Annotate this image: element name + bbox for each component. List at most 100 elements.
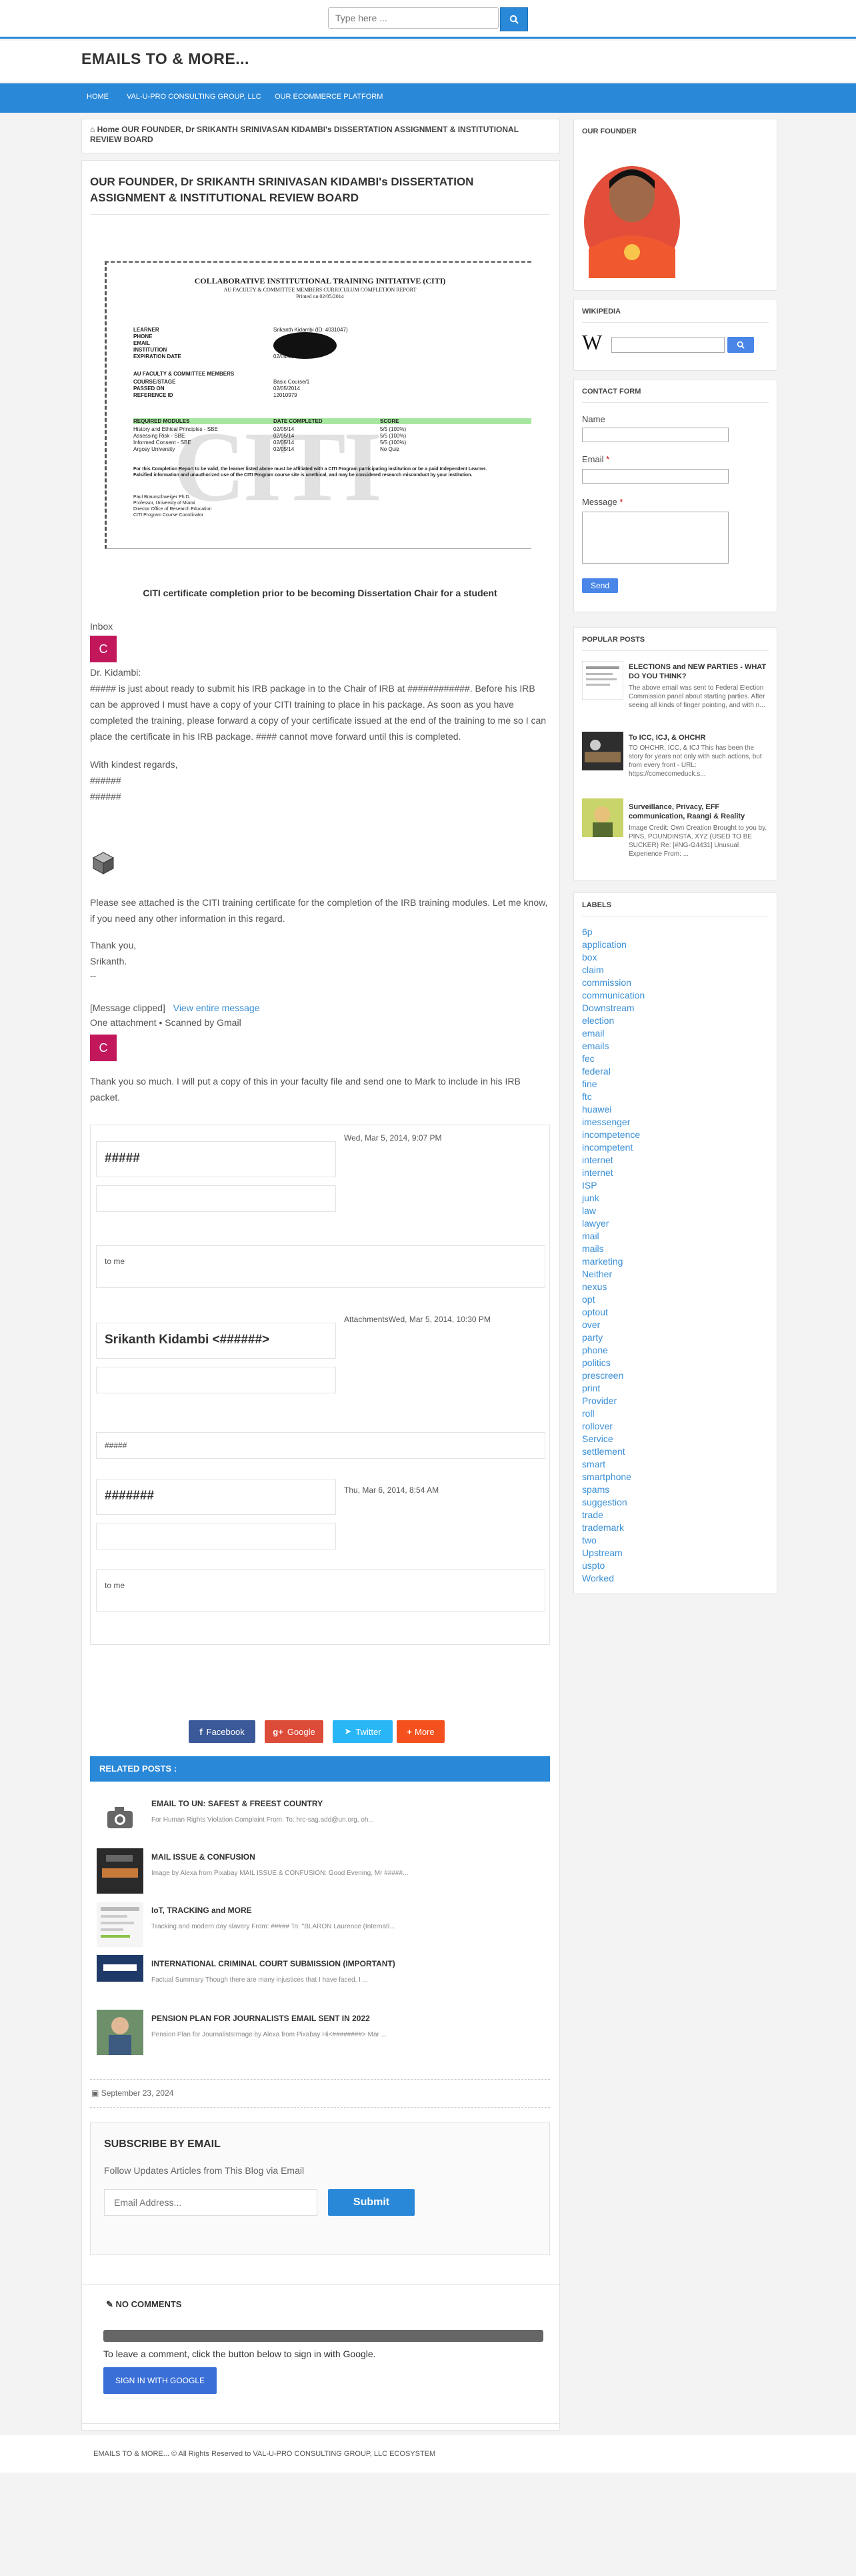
label-link[interactable]: incompetence	[582, 1129, 640, 1140]
related-post-snippet: For Human Rights Violation Complaint Fro…	[151, 1816, 374, 1824]
contact-message-input[interactable]	[582, 512, 729, 564]
label-link[interactable]: box	[582, 952, 597, 962]
label-link[interactable]: application	[582, 939, 627, 950]
label-link[interactable]: fine	[582, 1079, 597, 1089]
label-link[interactable]: incompetent	[582, 1142, 633, 1153]
wikipedia-search-input[interactable]	[611, 337, 725, 353]
sign-in-google-button[interactable]: SIGN IN WITH GOOGLE	[103, 2367, 217, 2394]
label-link[interactable]: commission	[582, 977, 631, 988]
label-link[interactable]: ftc	[582, 1091, 592, 1102]
search-input[interactable]	[328, 7, 499, 29]
nav-home[interactable]: HOME	[87, 93, 109, 101]
subscribe-box: SUBSCRIBE BY EMAIL Follow Updates Articl…	[90, 2122, 550, 2255]
label-link[interactable]: email	[582, 1028, 604, 1039]
sidebar-popular-widget: POPULAR POSTS ELECTIONS and NEW PARTIES …	[573, 627, 777, 880]
related-post-title[interactable]: IoT, TRACKING and MORE	[151, 1906, 252, 1915]
label-link[interactable]: mails	[582, 1243, 604, 1254]
related-post-title[interactable]: MAIL ISSUE & CONFUSION	[151, 1852, 255, 1862]
label-link[interactable]: emails	[582, 1041, 609, 1051]
label-link[interactable]: roll	[582, 1408, 595, 1419]
label-link[interactable]: ISP	[582, 1180, 597, 1191]
label-link[interactable]: junk	[582, 1193, 599, 1203]
label-link[interactable]: Downstream	[582, 1003, 635, 1013]
breadcrumb-home[interactable]: Home	[97, 125, 119, 134]
related-post-snippet: Pension Plan for JournalistsImage by Ale…	[151, 2031, 387, 2038]
label-link[interactable]: prescreen	[582, 1370, 623, 1381]
nav-valupro[interactable]: VAL-U-PRO CONSULTING GROUP, LLC	[127, 93, 261, 101]
sender-avatar: C	[90, 636, 117, 662]
popular-post-title[interactable]: To ICC, ICJ, & OHCHR	[629, 733, 769, 742]
share-facebook-button[interactable]: f Facebook	[189, 1720, 255, 1743]
label-link[interactable]: spams	[582, 1484, 609, 1495]
label-link[interactable]: over	[582, 1319, 600, 1330]
label-link[interactable]: Worked	[582, 1573, 614, 1583]
label-link[interactable]: trademark	[582, 1522, 624, 1533]
related-thumbnail[interactable]	[97, 1848, 143, 1894]
label-link[interactable]: lawyer	[582, 1218, 609, 1229]
attachment-info: One attachment • Scanned by Gmail	[90, 1017, 241, 1028]
label-link[interactable]: party	[582, 1332, 603, 1343]
label-link[interactable]: Upstream	[582, 1547, 623, 1558]
label-link[interactable]: print	[582, 1383, 600, 1393]
related-post-title[interactable]: INTERNATIONAL CRIMINAL COURT SUBMISSION …	[151, 1959, 395, 1968]
subscribe-email-input[interactable]	[104, 2189, 317, 2216]
label-link[interactable]: phone	[582, 1345, 608, 1355]
label-link[interactable]: 6p	[582, 926, 593, 937]
popular-post-title[interactable]: Surveillance, Privacy, EFF communication…	[629, 802, 769, 821]
search-button[interactable]	[500, 7, 528, 31]
related-thumbnail[interactable]	[97, 2010, 143, 2055]
label-link[interactable]: uspto	[582, 1560, 605, 1571]
label-link[interactable]: rollover	[582, 1421, 613, 1431]
citi-certificate-image[interactable]: CITI COLLABORATIVE INSTITUTIONAL TRAININ…	[90, 254, 543, 554]
popular-post-thumbnail[interactable]	[582, 732, 623, 770]
mail-date: Wed, Mar 5, 2014, 9:07 PM	[344, 1133, 442, 1143]
wikipedia-search-button[interactable]	[727, 337, 754, 353]
contact-name-input[interactable]	[582, 428, 729, 442]
label-link[interactable]: marketing	[582, 1256, 623, 1267]
share-google-button[interactable]: g+ Google	[265, 1720, 323, 1743]
related-thumbnail[interactable]	[97, 1955, 143, 1982]
related-post-title[interactable]: PENSION PLAN FOR JOURNALISTS EMAIL SENT …	[151, 2014, 370, 2023]
contact-email-input[interactable]	[582, 469, 729, 484]
related-thumbnail[interactable]	[97, 1902, 143, 1947]
label-link[interactable]: Service	[582, 1433, 613, 1444]
popular-post-title[interactable]: ELECTIONS and NEW PARTIES - WHAT DO YOU …	[629, 662, 769, 681]
related-post-title[interactable]: EMAIL TO UN: SAFEST & FREEST COUNTRY	[151, 1799, 323, 1808]
label-link[interactable]: internet	[582, 1155, 613, 1165]
label-link[interactable]: Provider	[582, 1395, 617, 1406]
label-link[interactable]: smart	[582, 1459, 605, 1469]
post-date: ▣ September 23, 2024	[91, 2088, 173, 2098]
label-link[interactable]: smartphone	[582, 1471, 631, 1482]
site-title[interactable]: EMAILS TO & MORE...	[81, 50, 249, 68]
label-link[interactable]: communication	[582, 990, 645, 1001]
label-link[interactable]: election	[582, 1015, 614, 1026]
label-link[interactable]: suggestion	[582, 1497, 627, 1507]
label-link[interactable]: federal	[582, 1066, 611, 1077]
popular-post-thumbnail[interactable]	[582, 661, 623, 700]
label-link[interactable]: optout	[582, 1307, 608, 1317]
label-link[interactable]: law	[582, 1205, 596, 1216]
camera-icon[interactable]	[97, 1795, 143, 1840]
share-more-button[interactable]: + More	[397, 1720, 445, 1743]
label-link[interactable]: huawei	[582, 1104, 611, 1115]
label-link[interactable]: politics	[582, 1357, 611, 1368]
label-link[interactable]: claim	[582, 964, 604, 975]
view-entire-message-link[interactable]: View entire message	[173, 1003, 260, 1013]
label-link[interactable]: opt	[582, 1294, 595, 1305]
contact-send-button[interactable]: Send	[582, 578, 618, 593]
share-twitter-button[interactable]: ➤ Twitter	[333, 1720, 393, 1743]
subscribe-submit-button[interactable]: Submit	[328, 2189, 415, 2216]
share-label: Facebook	[206, 1726, 245, 1737]
nav-ecommerce[interactable]: OUR ECOMMERCE PLATFORM	[275, 93, 383, 101]
label-link[interactable]: fec	[582, 1053, 595, 1064]
label-link[interactable]: two	[582, 1535, 597, 1545]
popular-post-thumbnail[interactable]	[582, 798, 623, 837]
label-link[interactable]: internet	[582, 1167, 613, 1178]
label-link[interactable]: mail	[582, 1231, 599, 1241]
label-link[interactable]: settlement	[582, 1446, 625, 1457]
label-link[interactable]: nexus	[582, 1281, 607, 1292]
contact-email-label: Email *	[582, 454, 609, 464]
label-link[interactable]: imessenger	[582, 1117, 630, 1127]
label-link[interactable]: trade	[582, 1509, 603, 1520]
label-link[interactable]: Neither	[582, 1269, 612, 1279]
